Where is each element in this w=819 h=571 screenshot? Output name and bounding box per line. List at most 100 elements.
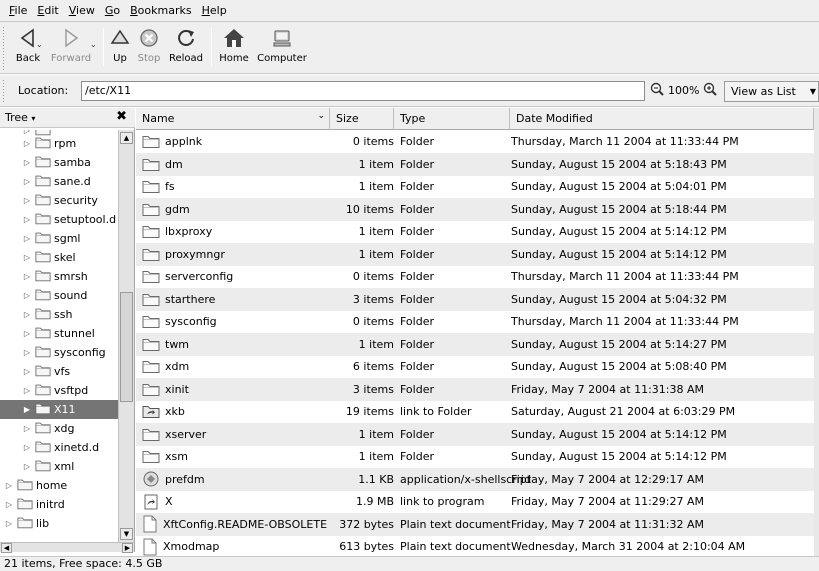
scroll-down-arrow-icon[interactable]: ▼ bbox=[120, 528, 133, 540]
expander-icon[interactable]: ▷ bbox=[22, 215, 32, 224]
expander-collapsed-icon[interactable]: ▶ bbox=[22, 405, 32, 414]
file-row[interactable]: dm 1 item Folder Sunday, August 15 2004 at … bbox=[136, 152, 814, 176]
tree-item-skel[interactable]: ▷ skel bbox=[0, 248, 118, 267]
tree-vertical-scrollbar[interactable]: ▲ ▼ bbox=[118, 130, 134, 542]
tree-item-sgml[interactable]: ▷ sgml bbox=[0, 229, 118, 248]
menu-edit[interactable]: Edit bbox=[32, 4, 63, 17]
scroll-left-arrow-icon[interactable]: ◀ bbox=[1, 543, 12, 553]
column-header-type[interactable]: Type bbox=[394, 108, 510, 130]
tree-item-vfs[interactable]: ▷ vfs bbox=[0, 362, 118, 381]
file-row[interactable]: xinit 3 items Folder Friday, May 7 2004 at … bbox=[136, 377, 814, 401]
tree-item-sound[interactable]: ▷ sound bbox=[0, 286, 118, 305]
expander-icon[interactable]: ▷ bbox=[22, 443, 32, 452]
menu-bookmarks[interactable]: Bookmarks bbox=[125, 4, 196, 17]
reload-button[interactable]: Reload bbox=[166, 25, 206, 71]
tree-item-initrd[interactable]: ▷ initrd bbox=[0, 495, 118, 514]
tree-item-sysconfig[interactable]: ▷ sysconfig bbox=[0, 343, 118, 362]
location-input[interactable]: /etc/X11 bbox=[81, 81, 645, 101]
expander-icon[interactable]: ▷ bbox=[22, 367, 32, 376]
forward-history-chevron-icon[interactable]: ⌄ bbox=[90, 40, 97, 49]
file-row[interactable]: fs 1 item Folder Sunday, August 15 2004 at … bbox=[136, 175, 814, 198]
view-mode-select[interactable]: View as List ▼ bbox=[724, 81, 819, 102]
expander-icon[interactable]: ▷ bbox=[4, 481, 14, 490]
column-header-size[interactable]: Size bbox=[330, 108, 394, 130]
menu-go[interactable]: Go bbox=[100, 4, 125, 17]
expander-icon[interactable]: ▷ bbox=[22, 462, 32, 471]
menu-view[interactable]: View bbox=[64, 4, 100, 17]
up-button[interactable]: Up bbox=[107, 25, 133, 71]
tree-item-x11[interactable]: ▶ X11 bbox=[0, 400, 118, 419]
expander-icon[interactable]: ▷ bbox=[22, 424, 32, 433]
expander-icon[interactable]: ▷ bbox=[22, 310, 32, 319]
expander-icon[interactable]: ▷ bbox=[22, 158, 32, 167]
file-size: 1 item bbox=[358, 337, 394, 351]
folder-icon bbox=[35, 383, 51, 399]
close-sidebar-icon[interactable]: ✖ bbox=[116, 109, 127, 124]
zoom-in-icon[interactable] bbox=[703, 82, 718, 99]
file-row[interactable]: Xmodmap 613 bytes Plain text document Wedne… bbox=[136, 535, 814, 558]
expander-icon[interactable]: ▷ bbox=[22, 139, 32, 148]
sidebar-type-select[interactable]: Tree ▾ bbox=[5, 111, 35, 124]
expander-icon[interactable]: ▷ bbox=[22, 234, 32, 243]
tree-item-smrsh[interactable]: ▷ smrsh bbox=[0, 267, 118, 286]
expander-icon[interactable]: ▷ bbox=[4, 519, 14, 528]
tree-item-vsftpd[interactable]: ▷ vsftpd bbox=[0, 381, 118, 400]
file-list-scrollbar[interactable] bbox=[814, 108, 819, 556]
file-row[interactable]: twm 1 item Folder Sunday, August 15 2004 at… bbox=[136, 332, 814, 356]
back-history-chevron-icon[interactable]: ⌄ bbox=[36, 40, 43, 49]
file-row[interactable]: xkb 19 items link to Folder Saturday, Augus… bbox=[136, 400, 814, 423]
column-header-date[interactable]: Date Modified bbox=[510, 108, 814, 130]
expander-icon[interactable]: ▷ bbox=[22, 196, 32, 205]
expander-icon[interactable]: ▷ bbox=[22, 177, 32, 186]
tree-item-stunnel[interactable]: ▷ stunnel bbox=[0, 324, 118, 343]
menu-help[interactable]: Help bbox=[197, 4, 232, 17]
tree-item-xinetd-d[interactable]: ▷ xinetd.d bbox=[0, 438, 118, 457]
file-row[interactable]: xsm 1 item Folder Sunday, August 15 2004 at… bbox=[136, 445, 814, 468]
zoom-out-icon[interactable] bbox=[650, 82, 664, 99]
file-row[interactable]: prefdm 1.1 KB application/x-shellscript Fri… bbox=[136, 467, 814, 491]
stop-button[interactable]: Stop bbox=[135, 25, 163, 71]
zoom-level[interactable]: 100% bbox=[668, 84, 699, 97]
file-row[interactable]: lbxproxy 1 item Folder Sunday, August 15 20… bbox=[136, 220, 814, 243]
home-button[interactable]: Home bbox=[215, 25, 253, 71]
file-size: 372 bytes bbox=[339, 517, 394, 531]
scroll-right-arrow-icon[interactable]: ▶ bbox=[122, 543, 133, 553]
tree-item-xml[interactable]: ▷ xml bbox=[0, 457, 118, 476]
file-row[interactable]: proxymngr 1 item Folder Sunday, August 15 2… bbox=[136, 242, 814, 266]
stop-icon bbox=[138, 25, 160, 51]
file-row[interactable]: xdm 6 items Folder Sunday, August 15 2004 a… bbox=[136, 355, 814, 378]
file-row[interactable]: xserver 1 item Folder Sunday, August 15 200… bbox=[136, 422, 814, 446]
tree-item-setuptool-d[interactable]: ▷ setuptool.d bbox=[0, 210, 118, 229]
forward-button[interactable]: Forward bbox=[46, 25, 96, 71]
tree-scroll-thumb[interactable] bbox=[120, 292, 133, 402]
tree-item-ssh[interactable]: ▷ ssh bbox=[0, 305, 118, 324]
tree-horizontal-scrollbar[interactable]: ◀ ▶ bbox=[0, 542, 134, 553]
file-row[interactable]: X 1.9 MB link to program Friday, May 7 2004… bbox=[136, 490, 814, 513]
expander-icon[interactable]: ▷ bbox=[22, 272, 32, 281]
file-row[interactable]: gdm 10 items Folder Sunday, August 15 2004 … bbox=[136, 197, 814, 221]
folder-icon bbox=[35, 288, 51, 304]
file-row[interactable]: starthere 3 items Folder Sunday, August 15 … bbox=[136, 287, 814, 311]
tree-item-home[interactable]: ▷ home bbox=[0, 476, 118, 495]
file-row[interactable]: serverconfig 0 items Folder Thursday, March… bbox=[136, 265, 814, 288]
tree-item-xdg[interactable]: ▷ xdg bbox=[0, 419, 118, 438]
scroll-up-arrow-icon[interactable]: ▲ bbox=[120, 132, 133, 144]
expander-icon[interactable]: ▷ bbox=[22, 253, 32, 262]
tree-item-lib[interactable]: ▷ lib bbox=[0, 514, 118, 533]
expander-icon[interactable]: ▷ bbox=[22, 348, 32, 357]
file-row[interactable]: applnk 0 items Folder Thursday, March 11 20… bbox=[136, 130, 814, 153]
menu-file[interactable]: File bbox=[4, 4, 32, 17]
tree-item-rpm[interactable]: ▷ rpm bbox=[0, 134, 118, 153]
file-row[interactable]: sysconfig 0 items Folder Thursday, March 11… bbox=[136, 310, 814, 333]
expander-icon[interactable]: ▷ bbox=[22, 386, 32, 395]
computer-button[interactable]: Computer bbox=[254, 25, 310, 71]
tree-item-sane-d[interactable]: ▷ sane.d bbox=[0, 172, 118, 191]
column-header-name[interactable]: Name ⌄ bbox=[136, 108, 330, 130]
file-name-cell: XftConfig.README-OBSOLETE bbox=[142, 513, 327, 536]
expander-icon[interactable]: ▷ bbox=[22, 291, 32, 300]
tree-item-samba[interactable]: ▷ samba bbox=[0, 153, 118, 172]
expander-icon[interactable]: ▷ bbox=[22, 329, 32, 338]
tree-item-security[interactable]: ▷ security bbox=[0, 191, 118, 210]
expander-icon[interactable]: ▷ bbox=[4, 500, 14, 509]
file-row[interactable]: XftConfig.README-OBSOLETE 372 bytes Plain … bbox=[136, 512, 814, 536]
